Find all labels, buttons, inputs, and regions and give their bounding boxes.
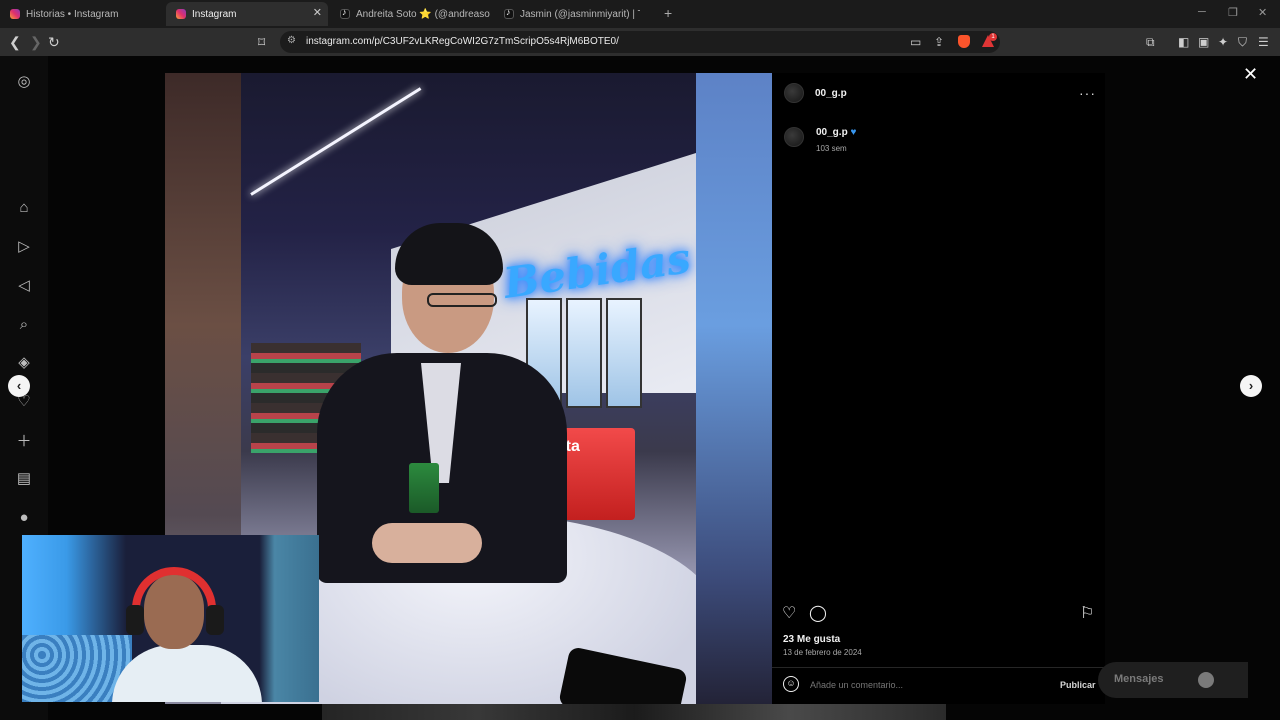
tab-historias[interactable]: Historias • Instagram	[0, 2, 166, 26]
cast-icon[interactable]: ▭	[910, 33, 921, 51]
webcam-overlay	[22, 535, 319, 702]
messages-button[interactable]: Mensajes	[1098, 662, 1248, 698]
messages-avatars	[1198, 672, 1214, 688]
close-window-icon[interactable]: ✕	[1258, 6, 1267, 19]
close-tab-icon[interactable]: ✕	[313, 6, 322, 19]
post-date: 13 de febrero de 2024	[783, 648, 862, 657]
create-icon[interactable]: ＋	[14, 430, 34, 450]
save-icon[interactable]: ⚐	[1080, 603, 1094, 623]
maximize-icon[interactable]: ❐	[1228, 6, 1238, 19]
rewards-badge: 1	[989, 33, 997, 41]
tab-label: Andreita Soto ⭐ (@andreasoto823)	[356, 8, 490, 20]
tab-label: Historias • Instagram	[26, 8, 119, 20]
instagram-favicon-icon	[176, 9, 186, 19]
background-feed	[322, 704, 946, 720]
like-icon[interactable]: ♡	[782, 603, 796, 623]
explore-icon[interactable]: ◈	[14, 352, 34, 372]
leo-ai-icon[interactable]: ✦	[1218, 33, 1228, 51]
profile-icon[interactable]: ●	[14, 507, 34, 527]
avatar[interactable]	[784, 127, 804, 147]
previous-post-button[interactable]: ‹	[8, 375, 30, 397]
reload-icon[interactable]: ↻	[48, 33, 60, 51]
sidebar-toggle-icon[interactable]: ◧	[1178, 33, 1189, 51]
address-bar[interactable]: ⚙ instagram.com/p/C3UF2vLKRegCoWI2G7zTmS…	[280, 31, 1000, 53]
like-count[interactable]: 23 Me gusta	[783, 634, 840, 645]
next-post-button[interactable]: ›	[1240, 375, 1262, 397]
juice-box	[409, 463, 439, 513]
hands	[372, 523, 482, 563]
tiktok-favicon-icon	[504, 7, 514, 19]
avatar[interactable]	[784, 83, 804, 103]
publish-button[interactable]: Publicar	[1060, 680, 1096, 690]
headset-ear	[126, 605, 144, 635]
back-icon[interactable]: ❮	[9, 33, 21, 51]
more-options-icon[interactable]: ···	[1079, 85, 1096, 101]
share-icon[interactable]: ⇪	[934, 33, 944, 51]
close-modal-icon[interactable]: ✕	[1243, 64, 1258, 85]
forward-icon[interactable]: ❯	[30, 33, 42, 51]
tiktok-favicon-icon	[340, 7, 350, 19]
reels-icon[interactable]: ▷	[14, 236, 34, 256]
photo-blur-right	[696, 73, 772, 704]
bookmark-icon[interactable]: ⌑	[258, 33, 265, 51]
tab-andreita[interactable]: Andreita Soto ⭐ (@andreasoto823)	[330, 2, 490, 26]
caption-username-text[interactable]: 00_g.p	[816, 127, 848, 138]
blue-heart-icon: ♥	[850, 127, 857, 138]
tab-instagram[interactable]: Instagram ✕	[166, 2, 328, 26]
wallet-icon[interactable]: ▣	[1198, 33, 1209, 51]
dashboard-icon[interactable]: ▤	[14, 468, 34, 488]
menu-icon[interactable]: ☰	[1258, 33, 1269, 51]
fridge	[606, 298, 642, 408]
messages-label: Mensajes	[1114, 673, 1164, 685]
instagram-favicon-icon	[10, 9, 20, 19]
extensions-icon[interactable]: ⧉	[1146, 33, 1155, 51]
tab-label: Instagram	[192, 8, 237, 20]
person	[317, 223, 567, 583]
browser-toolbar: ❮ ❯ ↻ ⌑ ⚙ instagram.com/p/C3UF2vLKRegCoW…	[0, 28, 1280, 56]
instagram-icon[interactable]: ◎	[14, 71, 34, 91]
headset-ear	[206, 605, 224, 635]
streamer-shirt	[112, 645, 262, 702]
glasses	[427, 293, 497, 307]
url-text[interactable]: instagram.com/p/C3UF2vLKRegCoWI2G7zTmScr…	[306, 36, 619, 47]
brave-shields-icon[interactable]	[958, 35, 970, 48]
new-tab-button[interactable]: +	[664, 5, 672, 21]
comment-icon[interactable]: ◯	[809, 603, 827, 623]
post-panel: 00_g.p ··· 00_g.p ♥ 103 sem ♡ ◯ ⚐ 23 Me …	[772, 73, 1105, 704]
tab-jasmin[interactable]: Jasmin (@jasminmiyarit) | TikTok	[494, 2, 640, 26]
post-username[interactable]: 00_g.p	[815, 88, 847, 99]
divider	[772, 667, 1105, 668]
caption-time: 103 sem	[816, 144, 847, 153]
comment-input[interactable]	[810, 680, 1030, 690]
home-icon[interactable]: ⌂	[14, 197, 34, 217]
headset-icon	[132, 567, 216, 627]
caption-username: 00_g.p ♥	[816, 127, 856, 138]
hair	[395, 223, 503, 285]
ceiling-light	[250, 87, 422, 196]
fridge	[566, 298, 602, 408]
send-icon[interactable]: ◁	[14, 275, 34, 295]
browser-tab-bar: Historias • Instagram Instagram ✕ Andrei…	[0, 0, 1280, 28]
minimize-icon[interactable]: ─	[1198, 6, 1206, 18]
tab-label: Jasmin (@jasminmiyarit) | TikTok	[520, 8, 640, 20]
site-settings-icon[interactable]: ⚙	[287, 35, 296, 46]
emoji-icon[interactable]: ☺	[783, 676, 799, 692]
vpn-icon[interactable]: ⛉	[1238, 33, 1247, 51]
search-icon[interactable]: ⌕	[14, 314, 34, 334]
